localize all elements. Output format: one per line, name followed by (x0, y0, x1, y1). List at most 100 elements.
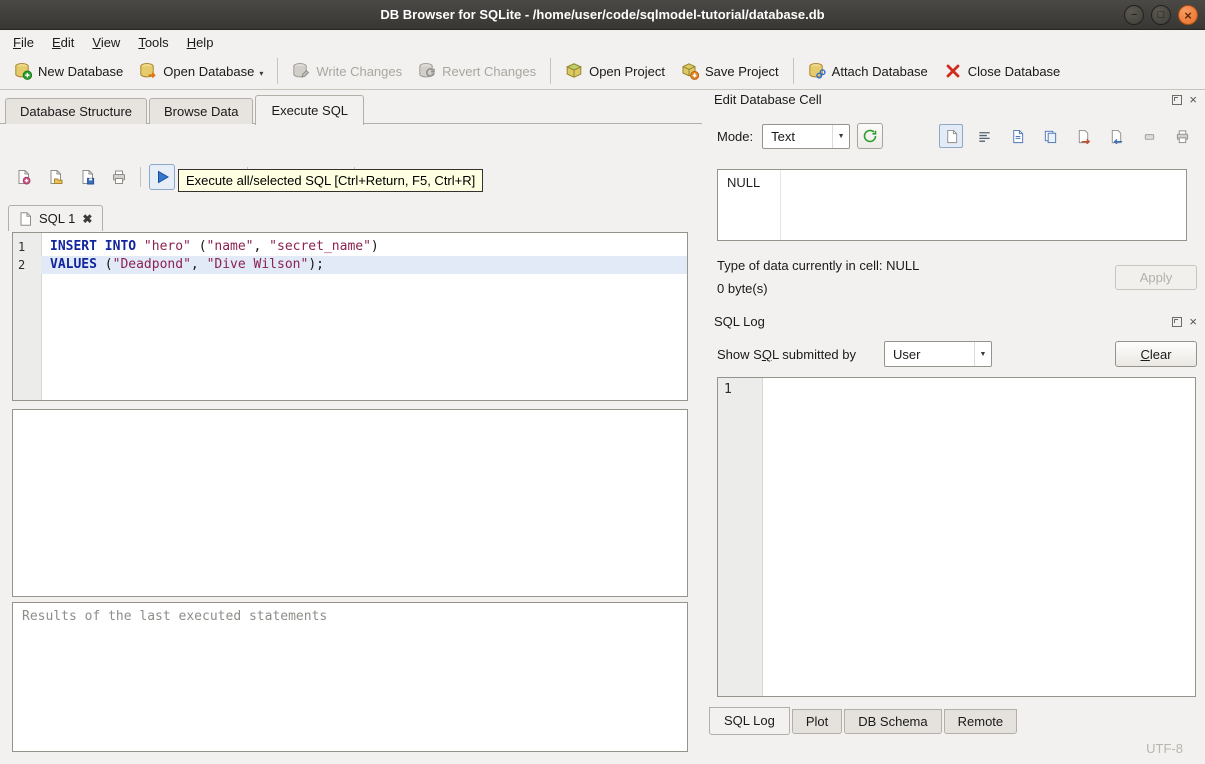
open-database-button[interactable]: Open Database ▾ (131, 58, 271, 84)
write-changes-button: Write Changes (284, 58, 410, 84)
float-dock-icon[interactable] (1172, 95, 1182, 105)
word-wrap-cell-button[interactable] (972, 124, 996, 148)
mode-combobox-value: Text (771, 129, 795, 144)
set-null-button[interactable] (1137, 124, 1161, 148)
save-sql-file-button[interactable] (74, 164, 100, 190)
new-database-button[interactable]: New Database (6, 58, 131, 84)
export-icon (1076, 129, 1091, 144)
sql-document-icon (19, 212, 32, 226)
cell-size-info: 0 byte(s) (717, 281, 768, 296)
menu-edit[interactable]: Edit (43, 33, 83, 52)
open-sql-file-icon (47, 169, 63, 185)
results-grid[interactable] (12, 409, 688, 597)
clear-log-button[interactable]: Clear (1115, 341, 1197, 367)
editor-line[interactable]: 1INSERT INTO "hero" ("name", "secret_nam… (13, 238, 687, 256)
close-dock-icon[interactable]: × (1189, 95, 1197, 105)
save-sql-file-icon (79, 169, 95, 185)
log-line-number: 1 (724, 382, 732, 397)
maximize-button[interactable]: □ (1151, 5, 1171, 25)
print-button[interactable] (106, 164, 132, 190)
tab-browse-data[interactable]: Browse Data (149, 98, 253, 124)
dock-tab-remote[interactable]: Remote (944, 709, 1018, 734)
copy-cell-button[interactable] (1038, 124, 1062, 148)
cell-editor[interactable]: NULL (717, 169, 1187, 241)
menu-tools[interactable]: Tools (129, 33, 177, 52)
cell-value: NULL (727, 175, 760, 190)
titlebar[interactable]: DB Browser for SQLite - /home/user/code/… (0, 0, 1205, 30)
execution-log[interactable]: Results of the last executed statements (12, 602, 688, 752)
new-database-label: New Database (38, 64, 123, 79)
menu-help[interactable]: Help (178, 33, 223, 52)
line-number: 2 (13, 256, 41, 274)
revert-changes-icon (418, 62, 436, 80)
open-sql-file-button[interactable] (42, 164, 68, 190)
execute-all-button[interactable] (149, 164, 175, 190)
dock-tab-sql-log[interactable]: SQL Log (709, 707, 790, 735)
sql-editor[interactable]: 1INSERT INTO "hero" ("name", "secret_nam… (12, 232, 688, 401)
open-project-button[interactable]: Open Project (557, 58, 673, 84)
sql-editor-lines: 1INSERT INTO "hero" ("name", "secret_nam… (13, 238, 687, 274)
open-project-icon (565, 62, 583, 80)
toolbar-separator (793, 58, 794, 84)
minimize-button[interactable]: − (1124, 5, 1144, 25)
mode-combobox[interactable]: Text ▼ (762, 124, 850, 149)
open-database-dropdown-icon[interactable]: ▾ (259, 69, 263, 80)
window-title: DB Browser for SQLite - /home/user/code/… (0, 0, 1205, 29)
cell-editor-toolbar (939, 124, 1194, 148)
new-tab-button[interactable] (10, 164, 36, 190)
mode-label: Mode: (717, 129, 753, 144)
float-dock-icon[interactable] (1172, 317, 1182, 327)
tab-database-structure[interactable]: Database Structure (5, 98, 147, 124)
attach-database-button[interactable]: Attach Database (800, 58, 936, 84)
new-database-icon (14, 62, 32, 80)
combo-arrow-icon: ▼ (974, 342, 991, 366)
edit-cell-dock-header: Edit Database Cell × (714, 92, 1197, 107)
attach-database-label: Attach Database (832, 64, 928, 79)
line-number: 1 (13, 238, 41, 256)
sql-tab-bar: SQL 1 ✖ (8, 205, 103, 230)
close-tab-icon[interactable]: ✖ (82, 212, 92, 226)
dock-tab-db-schema[interactable]: DB Schema (844, 709, 941, 734)
sql-log-filter-label: Show SQL submitted by (717, 347, 856, 362)
open-cell-file-icon (1010, 129, 1025, 144)
main-tab-bar: Database Structure Browse Data Execute S… (5, 95, 366, 124)
sql-tab-label: SQL 1 (39, 211, 75, 226)
write-changes-label: Write Changes (316, 64, 402, 79)
menu-view[interactable]: View (83, 33, 129, 52)
sql-log-view[interactable]: 1 (717, 377, 1196, 697)
text-view-button[interactable] (939, 124, 963, 148)
toolbar-separator (550, 58, 551, 84)
tab-execute-sql[interactable]: Execute SQL (255, 95, 364, 125)
menubar: File Edit View Tools Help (0, 31, 1205, 53)
write-changes-icon (292, 62, 310, 80)
gutter-divider (762, 378, 763, 696)
print-cell-icon (1175, 129, 1190, 144)
open-cell-file-button[interactable] (1005, 124, 1029, 148)
sql-log-dock-header: SQL Log × (714, 314, 1197, 329)
word-wrap-cell-icon (977, 129, 992, 144)
dock-tab-bar: SQL Log Plot DB Schema Remote (709, 707, 1019, 735)
dock-tab-plot[interactable]: Plot (792, 709, 842, 734)
set-null-icon (1142, 129, 1157, 144)
close-dock-icon[interactable]: × (1189, 317, 1197, 327)
menu-file[interactable]: File (4, 33, 43, 52)
cell-type-info: Type of data currently in cell: NULL (717, 258, 919, 273)
import-cell-button[interactable] (1104, 124, 1128, 148)
submitted-by-combobox[interactable]: User ▼ (884, 341, 992, 367)
export-cell-button[interactable] (1071, 124, 1095, 148)
print-cell-button[interactable] (1170, 124, 1194, 148)
save-project-button[interactable]: Save Project (673, 58, 787, 84)
close-window-button[interactable]: × (1178, 5, 1198, 25)
combo-arrow-icon: ▼ (832, 125, 849, 148)
code-text: INSERT INTO "hero" ("name", "secret_name… (41, 238, 687, 256)
text-view-icon (944, 129, 959, 144)
save-project-label: Save Project (705, 64, 779, 79)
auto-switch-mode-button[interactable] (857, 123, 883, 149)
main-toolbar: New Database Open Database ▾ Write Chang… (0, 53, 1205, 90)
cell-editor-margin-line (780, 170, 781, 240)
new-tab-icon (15, 169, 31, 185)
editor-line[interactable]: 2VALUES ("Deadpond", "Dive Wilson"); (13, 256, 687, 274)
sql-tab[interactable]: SQL 1 ✖ (8, 205, 103, 231)
close-database-button[interactable]: Close Database (936, 58, 1069, 84)
copy-icon (1043, 129, 1058, 144)
